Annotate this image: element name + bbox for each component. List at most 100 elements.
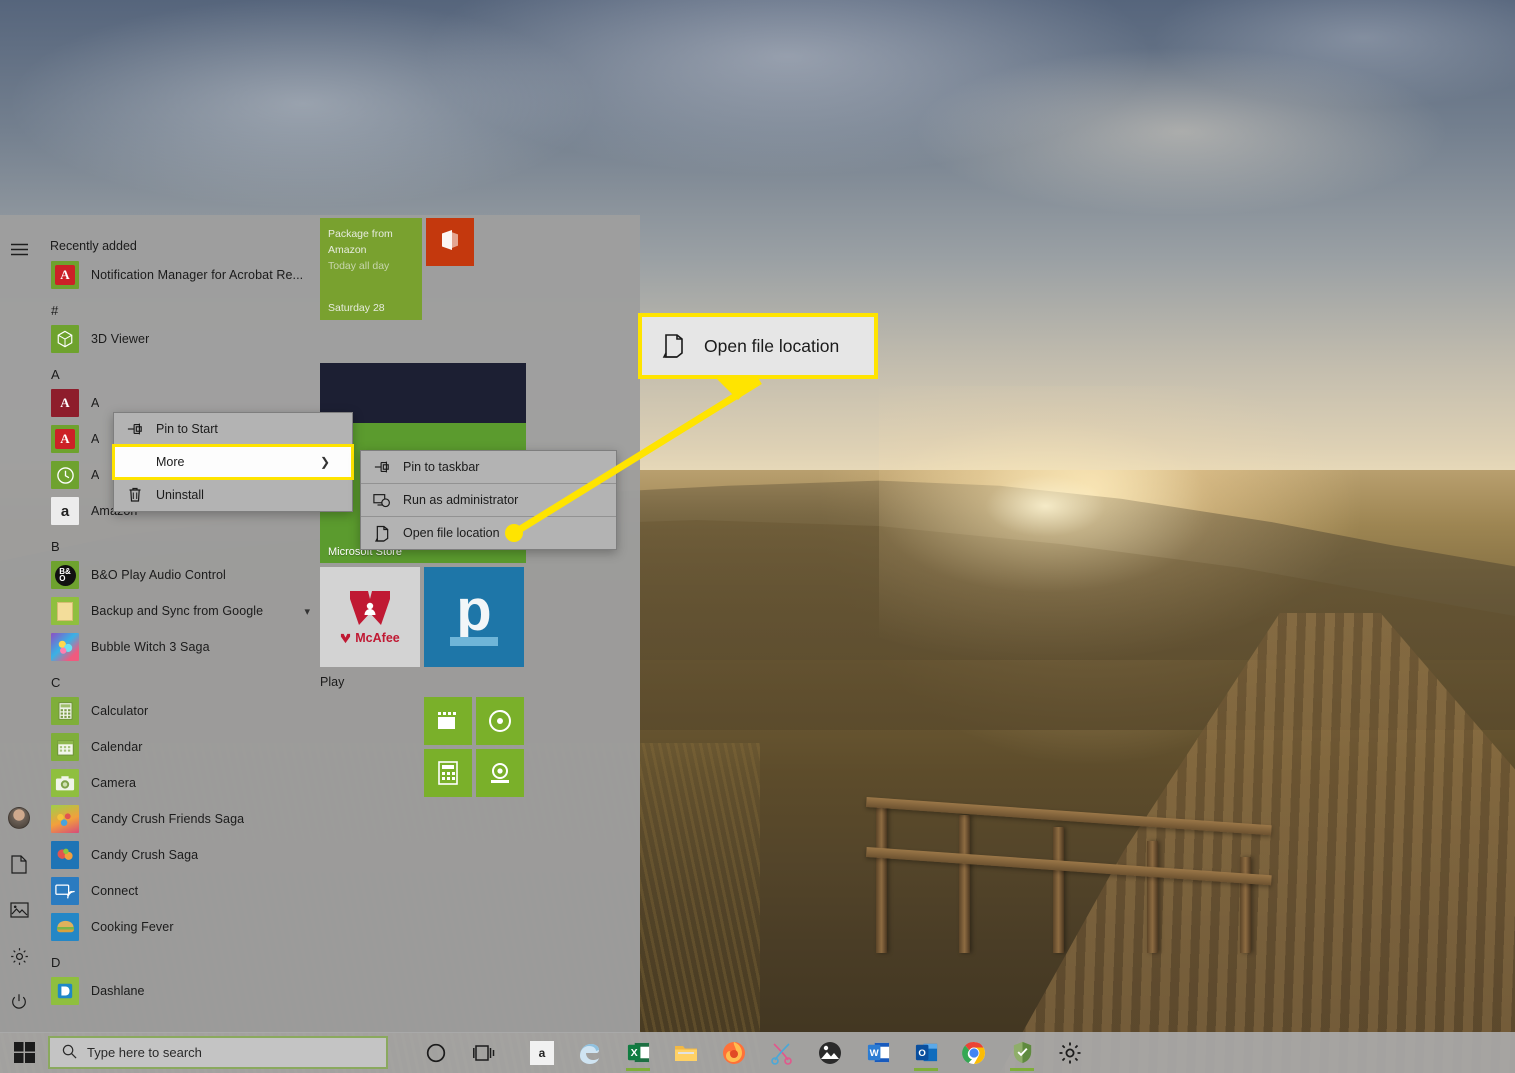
app-list-item-label: A — [91, 396, 100, 410]
task-view-icon[interactable] — [460, 1032, 508, 1073]
app-letter-header: A — [51, 367, 60, 382]
shield-window-icon — [371, 493, 393, 508]
avatar[interactable] — [0, 795, 38, 841]
taskbar[interactable]: Type here to search a X W O — [0, 1032, 1515, 1073]
app-list-item-label: Cooking Fever — [91, 920, 174, 934]
tile-area[interactable]: Package from Amazon Today all day Saturd… — [316, 215, 640, 1033]
app-list-item[interactable]: Camera — [38, 765, 316, 801]
amazon-taskbar-icon[interactable]: a — [518, 1032, 566, 1073]
context-menu-item[interactable]: Uninstall — [114, 479, 352, 511]
app-list-item[interactable]: 3D Viewer — [38, 321, 316, 357]
context-menu-more-submenu[interactable]: Pin to taskbar Run as administrator Open f… — [360, 450, 617, 550]
submenu-item[interactable]: Pin to taskbar — [361, 451, 616, 483]
firefox-taskbar-icon[interactable] — [710, 1032, 758, 1073]
app-letter-header: B — [51, 539, 60, 554]
app-list-item[interactable]: Connect — [38, 873, 316, 909]
context-menu-item-label: More — [156, 455, 185, 469]
photos-taskbar-icon[interactable] — [806, 1032, 854, 1073]
groove-tile[interactable] — [476, 697, 524, 745]
start-left-rail[interactable] — [0, 215, 38, 1033]
settings-gear-icon[interactable] — [0, 933, 38, 979]
app-letter-header: C — [51, 675, 61, 690]
callout-pointer-dot — [505, 524, 523, 542]
submenu-item-label: Open file location — [403, 526, 500, 540]
app-list-item[interactable]: Bubble Witch 3 Saga — [38, 629, 316, 665]
calendar-tile-date: Saturday 28 — [328, 302, 385, 314]
app-list-item[interactable]: Calculator — [38, 693, 316, 729]
app-list-item-label: Backup and Sync from Google — [91, 604, 264, 618]
file-explorer-taskbar-icon[interactable] — [662, 1032, 710, 1073]
search-input[interactable]: Type here to search — [48, 1036, 388, 1069]
context-menu-item[interactable]: More ❯ — [112, 444, 354, 480]
office-tile[interactable] — [426, 218, 474, 266]
mcafee-tile[interactable]: McAfee — [320, 567, 420, 667]
mcafee-tile-label: McAfee — [355, 631, 400, 645]
settings-taskbar-icon[interactable] — [1046, 1032, 1094, 1073]
start-button[interactable] — [0, 1032, 48, 1073]
documents-icon[interactable] — [0, 841, 38, 887]
edge-taskbar-icon[interactable] — [566, 1032, 614, 1073]
calculator-tile[interactable] — [424, 749, 472, 797]
outlook-taskbar-icon[interactable]: O — [902, 1032, 950, 1073]
app-list-item[interactable]: B& O B&O Play Audio Control — [38, 557, 316, 593]
cortana-icon[interactable] — [412, 1032, 460, 1073]
callout-label: Open file location — [704, 335, 840, 356]
context-menu-primary[interactable]: Pin to Start More ❯ Uninstall — [112, 412, 354, 512]
app-list-item-label: Calendar — [91, 740, 143, 754]
word-taskbar-icon[interactable]: W — [854, 1032, 902, 1073]
app-list-item-label: Dashlane — [91, 984, 145, 998]
context-menu-item-label: Pin to Start — [156, 422, 218, 436]
submenu-item-label: Pin to taskbar — [403, 460, 480, 474]
folder-open-icon — [662, 333, 686, 359]
camera-tile[interactable] — [476, 749, 524, 797]
recently-added-header: Recently added — [50, 239, 137, 253]
app-list-item[interactable]: Candy Crush Saga — [38, 837, 316, 873]
security-taskbar-icon[interactable] — [998, 1032, 1046, 1073]
app-list-item-label: A — [91, 468, 100, 482]
pin-icon — [124, 422, 146, 436]
play-tile-group[interactable] — [424, 697, 524, 797]
context-menu-item[interactable]: Pin to Start — [114, 413, 352, 445]
chevron-down-icon[interactable]: ▾ — [304, 605, 310, 618]
trash-icon — [124, 487, 146, 503]
submenu-item[interactable]: Run as administrator — [361, 484, 616, 516]
app-list-item[interactable]: Candy Crush Friends Saga — [38, 801, 316, 837]
movies-tile[interactable] — [424, 697, 472, 745]
app-list-item-label: B&O Play Audio Control — [91, 568, 226, 582]
svg-text:X: X — [630, 1047, 637, 1059]
pin-icon — [371, 460, 393, 474]
search-placeholder: Type here to search — [87, 1045, 202, 1060]
app-list-item-label: 3D Viewer — [91, 332, 150, 346]
app-list-item-label: Candy Crush Friends Saga — [91, 812, 245, 826]
calendar-live-tile[interactable]: Package from Amazon Today all day Saturd… — [320, 218, 422, 320]
svg-text:W: W — [869, 1048, 879, 1059]
all-apps-list[interactable]: Recently added A Notification Manager for… — [38, 215, 316, 1033]
power-icon[interactable] — [0, 979, 38, 1025]
app-list-item[interactable]: Backup and Sync from Google ▾ — [38, 593, 316, 629]
office-icon — [439, 228, 461, 257]
app-list-item-label: Calculator — [91, 704, 149, 718]
calendar-tile-line3: Today all day — [328, 260, 390, 272]
pictures-icon[interactable] — [0, 887, 38, 933]
app-list-item-label: Notification Manager for Acrobat Re... — [91, 268, 304, 282]
app-list-item[interactable]: A Notification Manager for Acrobat Re... — [38, 257, 316, 293]
chrome-taskbar-icon[interactable] — [950, 1032, 998, 1073]
app-list-item-label: A — [91, 432, 100, 446]
chevron-right-icon: ❯ — [319, 455, 330, 469]
play-group-label: Play — [320, 675, 345, 689]
app-letter-header: D — [51, 955, 61, 970]
excel-taskbar-icon[interactable]: X — [614, 1032, 662, 1073]
submenu-item[interactable]: Open file location — [361, 517, 616, 549]
submenu-item-label: Run as administrator — [403, 493, 519, 507]
start-menu[interactable]: Recently added A Notification Manager for… — [0, 215, 640, 1033]
app-list-item[interactable]: Calendar — [38, 729, 316, 765]
svg-text:O: O — [918, 1048, 926, 1059]
app-list-item[interactable]: Dashlane — [38, 973, 316, 1009]
snip-sketch-taskbar-icon[interactable] — [758, 1032, 806, 1073]
pandora-tile-label: p — [456, 577, 492, 643]
hamburger-menu-icon[interactable] — [0, 229, 38, 269]
callout-open-file-location: Open file location — [638, 313, 878, 379]
pandora-tile[interactable]: p — [424, 567, 524, 667]
app-list-item[interactable]: Cooking Fever — [38, 909, 316, 945]
context-menu-item-label: Uninstall — [156, 488, 204, 502]
